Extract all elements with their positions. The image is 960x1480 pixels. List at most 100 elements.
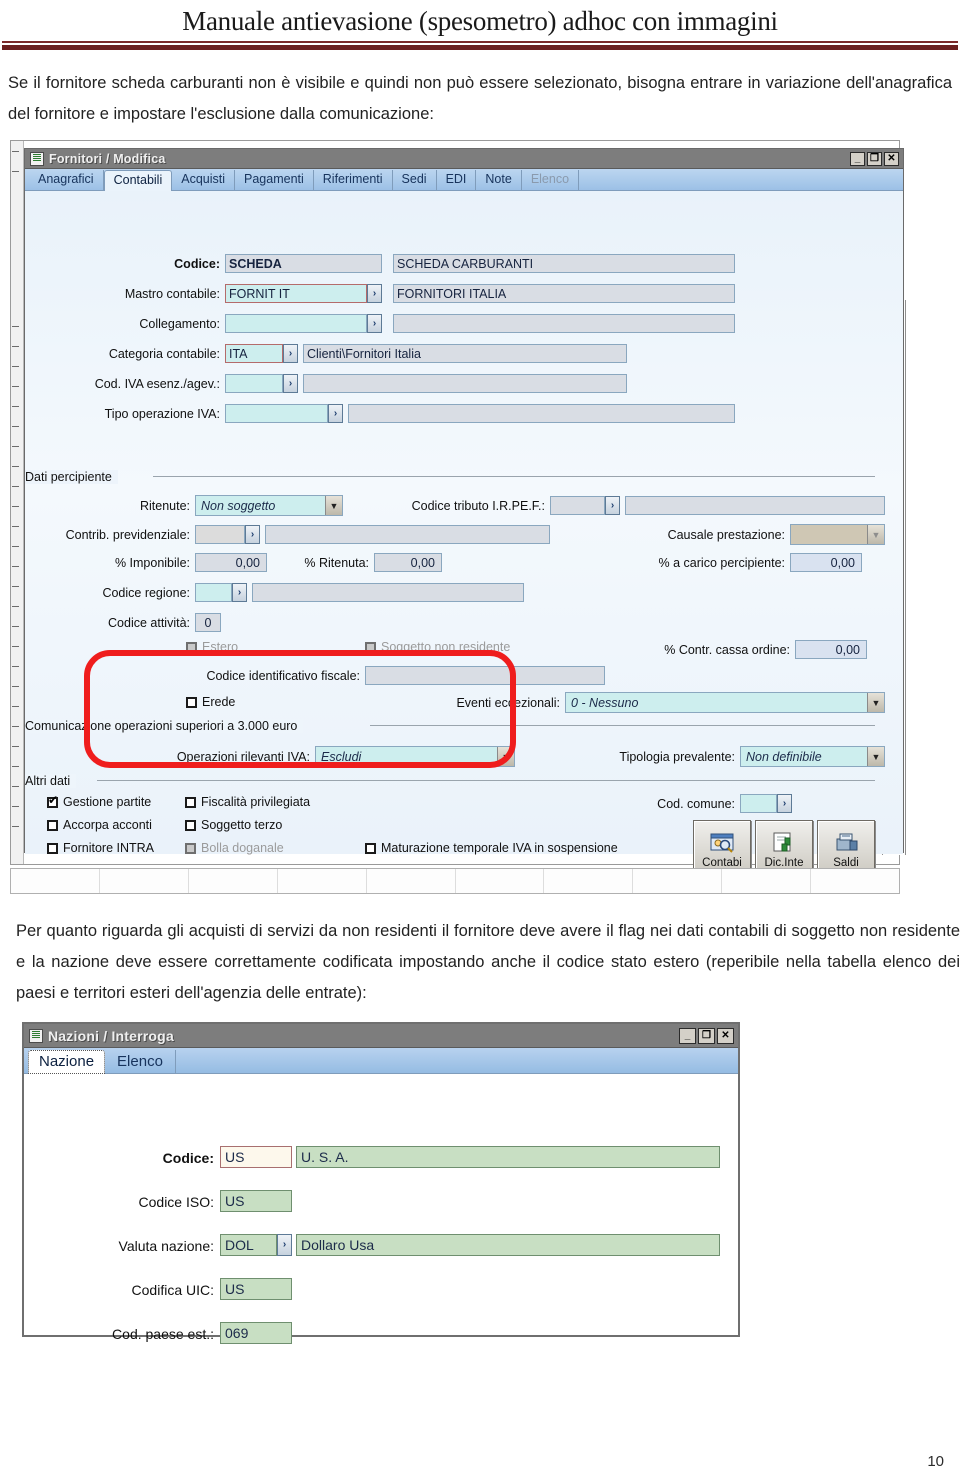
nazione-codifica-uic-input[interactable]: US bbox=[220, 1278, 292, 1300]
minimize-button[interactable]: _ bbox=[679, 1027, 696, 1044]
cod-comune-input[interactable] bbox=[740, 794, 777, 813]
chevron-down-icon[interactable]: ▼ bbox=[325, 496, 342, 515]
nazione-valuta-lookup-icon[interactable]: › bbox=[277, 1234, 292, 1256]
maximize-button[interactable]: ❐ bbox=[867, 151, 882, 166]
tab-edi[interactable]: EDI bbox=[437, 170, 477, 190]
tab-nazione[interactable]: Nazione bbox=[28, 1050, 106, 1074]
tipo-operazione-iva-input[interactable] bbox=[225, 404, 328, 423]
chevron-down-icon[interactable]: ▼ bbox=[867, 693, 884, 712]
saldi-button[interactable]: Saldi bbox=[817, 820, 875, 872]
bolla-doganale-checkbox[interactable] bbox=[185, 842, 196, 854]
soggetto-terzo-checkbox[interactable] bbox=[185, 819, 196, 831]
chevron-down-icon[interactable]: ▼ bbox=[867, 525, 884, 544]
categoria-contabile-lookup-icon[interactable]: › bbox=[283, 344, 298, 363]
soggetto-non-residente-checkbox[interactable] bbox=[365, 641, 376, 653]
mastro-contabile-lookup-icon[interactable]: › bbox=[367, 284, 382, 303]
gestione-partite-checkbox-row[interactable]: Gestione partite bbox=[47, 794, 151, 809]
estero-checkbox-row[interactable]: Estero bbox=[186, 640, 238, 654]
nazione-valuta-input[interactable]: DOL bbox=[220, 1234, 277, 1256]
codice-attivita-input[interactable]: 0 bbox=[195, 613, 221, 632]
tab-sedi[interactable]: Sedi bbox=[393, 170, 437, 190]
minimize-button[interactable]: _ bbox=[850, 151, 865, 166]
erede-checkbox[interactable] bbox=[186, 696, 197, 708]
collegamento-input[interactable] bbox=[225, 314, 367, 333]
codice-regione-lookup-icon[interactable]: › bbox=[232, 583, 247, 602]
chevron-down-icon[interactable]: ▼ bbox=[867, 747, 884, 766]
operazioni-rilevanti-iva-select[interactable]: Escludi ▼ bbox=[315, 746, 515, 767]
cod-iva-esenz-lookup-icon[interactable]: › bbox=[283, 374, 298, 393]
ritenute-label: Ritenute: bbox=[139, 499, 190, 513]
fornitori-titlebar[interactable]: Fornitori / Modifica _ ❐ ✕ bbox=[25, 149, 903, 169]
tab-note[interactable]: Note bbox=[476, 170, 522, 190]
tab-contabili[interactable]: Contabili bbox=[103, 170, 173, 191]
carico-percipiente-label: % a carico percipiente: bbox=[658, 556, 785, 570]
contabilita-button[interactable]: Contabi bbox=[693, 820, 751, 872]
codice-tributo-input[interactable] bbox=[550, 496, 605, 515]
window-nazioni[interactable]: Nazioni / Interroga _ ❐ ✕ Nazione Elenco… bbox=[24, 1024, 738, 1344]
nazione-codice-description: U. S. A. bbox=[296, 1146, 720, 1168]
window-fornitori[interactable]: Fornitori / Modifica _ ❐ ✕ Anagrafici Co… bbox=[24, 148, 904, 872]
soggetto-non-residente-checkbox-row[interactable]: Soggetto non residente bbox=[365, 640, 510, 654]
fornitore-intra-checkbox[interactable] bbox=[47, 842, 58, 854]
tab-anagrafici[interactable]: Anagrafici bbox=[29, 170, 104, 190]
contr-cassa-ordine-input[interactable]: 0,00 bbox=[795, 640, 867, 659]
chevron-down-icon[interactable]: ▼ bbox=[497, 747, 514, 766]
imponibile-input[interactable]: 0,00 bbox=[195, 553, 267, 572]
soggetto-terzo-checkbox-row[interactable]: Soggetto terzo bbox=[185, 818, 282, 832]
tipologia-prevalente-select[interactable]: Non definibile ▼ bbox=[740, 746, 885, 767]
tab-elenco[interactable]: Elenco bbox=[522, 170, 580, 190]
page-title: Manuale antievasione (spesometro) adhoc … bbox=[182, 6, 778, 36]
cod-iva-esenz-label: Cod. IVA esenz./agev.: bbox=[94, 377, 220, 391]
dati-percipiente-divider bbox=[153, 476, 875, 477]
gestione-partite-checkbox[interactable] bbox=[47, 794, 58, 808]
operazioni-rilevanti-iva-label: Operazioni rilevanti IVA: bbox=[176, 750, 310, 764]
fiscalita-privilegiata-checkbox[interactable] bbox=[185, 796, 196, 808]
tab-pagamenti[interactable]: Pagamenti bbox=[235, 170, 314, 190]
contrib-previdenziale-input[interactable] bbox=[195, 525, 245, 544]
maximize-button[interactable]: ❐ bbox=[698, 1027, 715, 1044]
fornitori-tabstrip[interactable]: Anagrafici Contabili Acquisti Pagamenti … bbox=[25, 169, 903, 191]
tab-elenco[interactable]: Elenco bbox=[105, 1050, 176, 1073]
tab-acquisti[interactable]: Acquisti bbox=[172, 170, 236, 190]
mastro-contabile-input[interactable]: FORNIT IT bbox=[225, 284, 367, 303]
cif-input[interactable] bbox=[365, 666, 605, 685]
codice-regione-input[interactable] bbox=[195, 583, 232, 602]
codice-attivita-label: Codice attività: bbox=[108, 616, 190, 630]
close-button[interactable]: ✕ bbox=[717, 1027, 734, 1044]
cod-iva-esenz-input[interactable] bbox=[225, 374, 283, 393]
codice-input[interactable]: SCHEDA bbox=[225, 254, 382, 273]
accorpa-acconti-checkbox-row[interactable]: Accorpa acconti bbox=[47, 818, 152, 832]
fornitore-intra-checkbox-row[interactable]: Fornitore INTRA bbox=[47, 841, 154, 855]
causale-prestazione-select[interactable]: ▼ bbox=[790, 524, 885, 545]
nazione-valuta-label: Valuta nazione: bbox=[118, 1238, 214, 1254]
ritenuta-input[interactable]: 0,00 bbox=[374, 553, 442, 572]
paragraph-second: Per quanto riguarda gli acquisti di serv… bbox=[16, 922, 960, 1002]
carico-percipiente-input[interactable]: 0,00 bbox=[790, 553, 862, 572]
maturazione-temporale-checkbox[interactable] bbox=[365, 842, 376, 854]
fiscalita-privilegiata-checkbox-row[interactable]: Fiscalità privilegiata bbox=[185, 795, 310, 809]
ritenute-select[interactable]: Non soggetto ▼ bbox=[195, 495, 343, 516]
tipo-operazione-iva-lookup-icon[interactable]: › bbox=[328, 404, 343, 423]
collegamento-lookup-icon[interactable]: › bbox=[367, 314, 382, 333]
codice-tributo-label: Codice tributo I.R.PE.F.: bbox=[411, 499, 545, 513]
nazioni-titlebar[interactable]: Nazioni / Interroga _ ❐ ✕ bbox=[24, 1024, 738, 1048]
nazione-codice-iso-input[interactable]: US bbox=[220, 1190, 292, 1212]
nazioni-tabstrip[interactable]: Nazione Elenco bbox=[24, 1048, 738, 1074]
maturazione-temporale-checkbox-row[interactable]: Maturazione temporale IVA in sospensione bbox=[365, 841, 618, 855]
categoria-contabile-input[interactable]: ITA bbox=[225, 344, 283, 363]
bolla-doganale-checkbox-row[interactable]: Bolla doganale bbox=[185, 841, 284, 855]
close-button[interactable]: ✕ bbox=[884, 151, 899, 166]
dic-inte-button[interactable]: Dic.Inte bbox=[755, 820, 813, 872]
cod-comune-lookup-icon[interactable]: › bbox=[777, 794, 792, 813]
nazione-cod-paese-est-input[interactable]: 069 bbox=[220, 1322, 292, 1344]
nazione-codice-input[interactable]: US bbox=[220, 1146, 292, 1168]
codice-regione-description bbox=[252, 583, 524, 602]
codice-tributo-lookup-icon[interactable]: › bbox=[605, 496, 620, 515]
eventi-eccezionali-select[interactable]: 0 - Nessuno ▼ bbox=[565, 692, 885, 713]
contrib-previdenziale-lookup-icon[interactable]: › bbox=[245, 525, 260, 544]
codice-tributo-description bbox=[625, 496, 885, 515]
accorpa-acconti-checkbox[interactable] bbox=[47, 819, 58, 831]
estero-checkbox[interactable] bbox=[186, 641, 197, 653]
tab-riferimenti[interactable]: Riferimenti bbox=[314, 170, 393, 190]
erede-checkbox-row[interactable]: Erede bbox=[186, 695, 235, 709]
